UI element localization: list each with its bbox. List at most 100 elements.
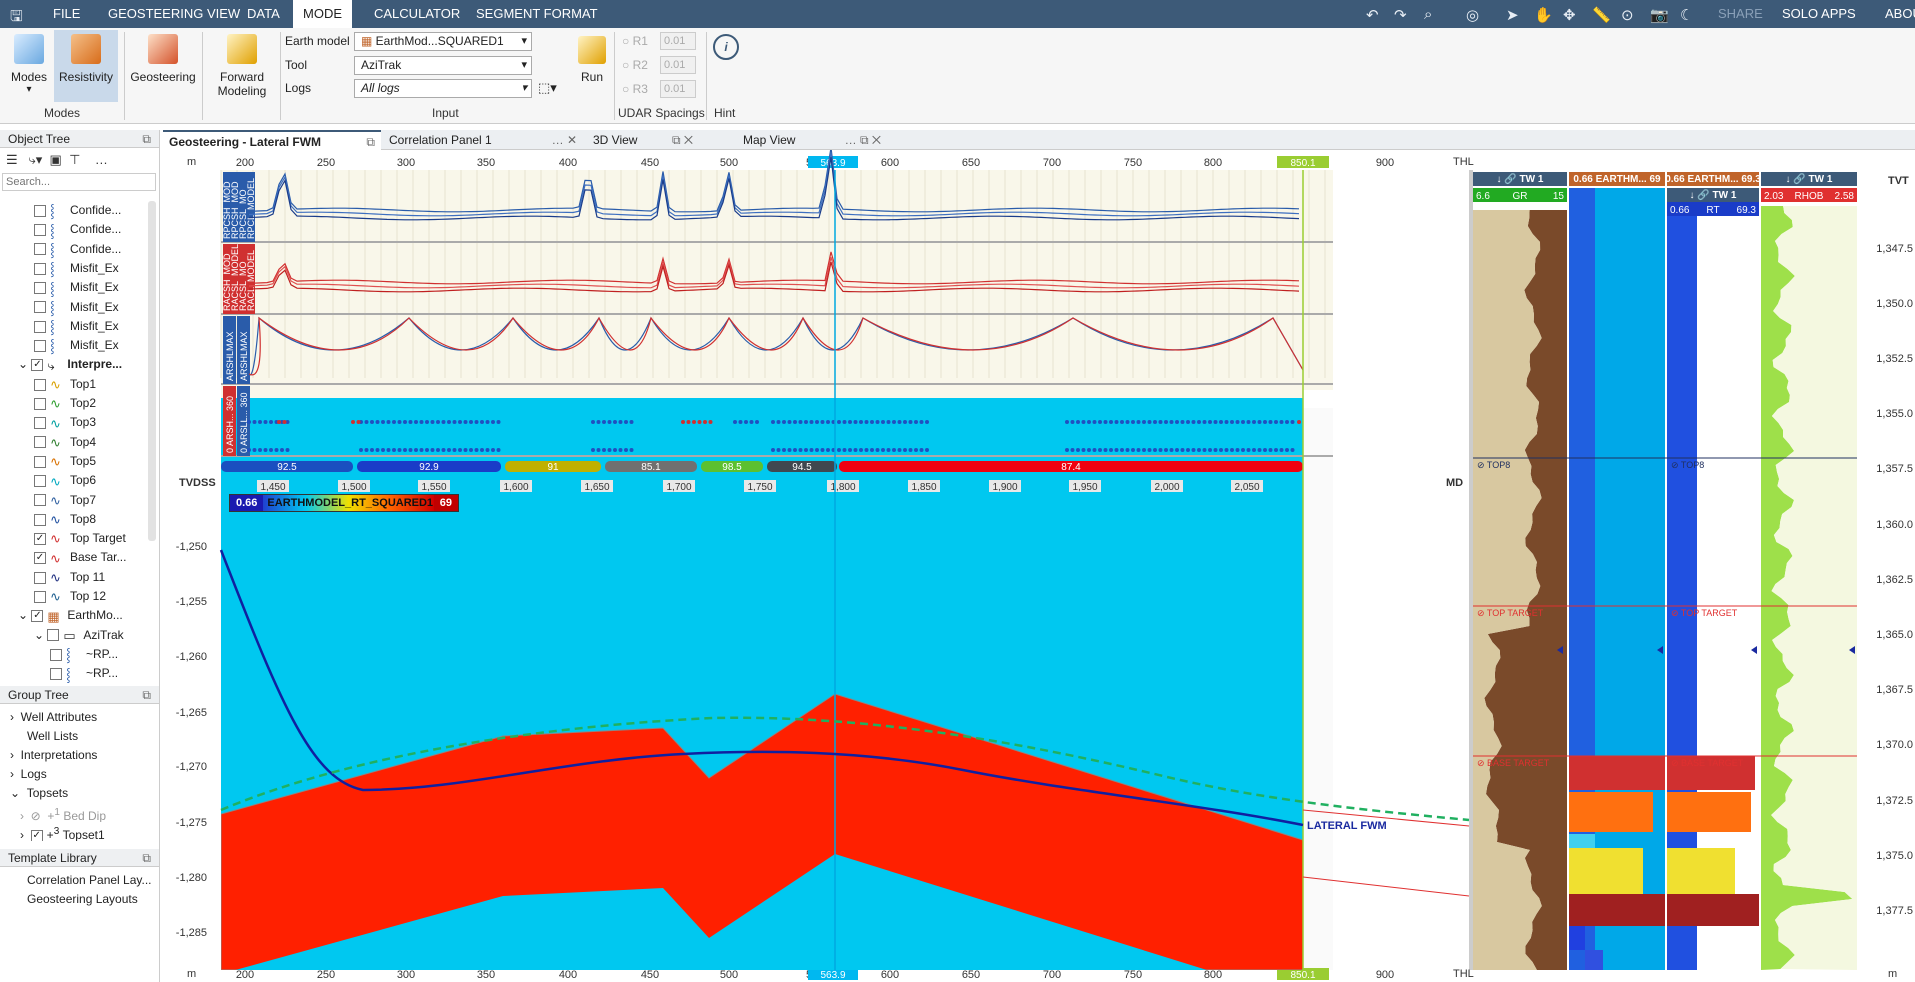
tree-checkbox[interactable]	[50, 668, 62, 681]
group-tree-item[interactable]: › ⊘ +1 Bed Dip	[20, 803, 106, 822]
object-tree-item[interactable]: ∿ Top 11	[34, 568, 105, 587]
tree-checkbox[interactable]	[34, 455, 46, 468]
object-tree-item[interactable]: ✓ ∿ Top Target	[34, 529, 126, 548]
object-tree-item[interactable]: ∿ Top 12	[34, 587, 106, 606]
tree-checkbox[interactable]: ✓	[31, 610, 44, 623]
group-tree-item[interactable]: Well Lists	[27, 727, 78, 746]
tree-checkbox[interactable]	[34, 243, 46, 256]
undock-icon[interactable]: ⧉	[142, 849, 151, 867]
object-tree-item[interactable]: ⸾ ~RP...	[50, 645, 118, 664]
tops-icon[interactable]: ⊤	[69, 152, 80, 167]
tree-checkbox[interactable]: ✓	[31, 359, 44, 372]
forward-modeling-button[interactable]: Forward Modeling	[206, 30, 278, 98]
tab-map-view[interactable]: Map View… ⧉ ✕	[737, 130, 887, 150]
object-tree-item[interactable]: ⸾ Confide...	[34, 220, 121, 239]
object-tree-item[interactable]: ⸾ Misfit_Ex	[34, 278, 119, 297]
template-item[interactable]: Geosteering Layouts	[27, 890, 138, 909]
run-button[interactable]: Run	[574, 32, 610, 84]
menu-file[interactable]: FILE	[43, 0, 90, 28]
well-icon[interactable]: ⤷▾	[29, 152, 43, 167]
object-tree-item[interactable]: ⌄ ▭ AziTrak	[34, 626, 124, 645]
tree-checkbox[interactable]	[34, 339, 46, 352]
tree-checkbox[interactable]	[50, 648, 62, 661]
object-tree-item[interactable]: ✓ ∿ Base Tar...	[34, 548, 126, 567]
tree-checkbox[interactable]: ✓	[34, 552, 46, 565]
group-tree-item[interactable]: › ✓ +3 Topset1	[20, 822, 105, 841]
tree-checkbox[interactable]	[34, 590, 46, 603]
object-tree-item[interactable]: ⌄ ✓ ⤷ Interpre...	[18, 355, 122, 374]
r1-radio[interactable]: ○ R1	[622, 34, 648, 48]
move-icon[interactable]: ✥	[1563, 6, 1576, 24]
menu-segment-format[interactable]: SEGMENT FORMAT	[466, 0, 608, 28]
lasso-select-icon[interactable]: ⬚▾	[538, 80, 557, 96]
geosteering-button[interactable]: Geosteering	[128, 30, 198, 84]
menu-calculator[interactable]: CALCULATOR	[364, 0, 470, 28]
tree-checkbox[interactable]	[34, 320, 46, 333]
tab-correlation-panel[interactable]: Correlation Panel 1… ✕	[383, 130, 583, 150]
tree-checkbox[interactable]	[34, 282, 46, 295]
object-tree-item[interactable]: ∿ Top3	[34, 413, 96, 432]
geosteering-canvas[interactable]: 200 200 250 250 300 300 350 350 400 400 450 450 500 5…	[163, 150, 1915, 982]
tool-select[interactable]: AziTrak	[354, 56, 532, 75]
tab-3d-view[interactable]: 3D View ⧉ ✕	[587, 130, 699, 150]
object-tree-item[interactable]: ∿ Top4	[34, 433, 96, 452]
tree-checkbox[interactable]	[34, 417, 46, 430]
more-icon[interactable]: …	[95, 152, 108, 167]
undock-icon[interactable]: ⧉	[142, 130, 151, 148]
object-tree-search[interactable]	[2, 173, 156, 191]
template-item[interactable]: Correlation Panel Lay...	[27, 871, 152, 890]
tree-checkbox[interactable]	[34, 224, 46, 237]
tree-checkbox[interactable]	[34, 571, 46, 584]
filter-icon[interactable]: ☰	[6, 152, 18, 167]
tree-checkbox[interactable]	[34, 204, 46, 217]
object-tree-item[interactable]: ∿ Top6	[34, 471, 96, 490]
r1-spacing-input[interactable]: 0.01	[660, 32, 696, 50]
group-icon[interactable]: ▣	[50, 152, 62, 167]
tree-checkbox[interactable]	[34, 262, 46, 275]
tree-checkbox[interactable]	[34, 513, 46, 526]
panel-splitter[interactable]	[1469, 170, 1473, 970]
object-tree-item[interactable]: ∿ Top1	[34, 375, 96, 394]
group-tree-item[interactable]: › Well Attributes	[10, 708, 97, 727]
tree-checkbox[interactable]: ✓	[34, 532, 46, 545]
tree-checkbox[interactable]	[34, 301, 46, 314]
object-tree-item[interactable]: ⸾ Misfit_Ex	[34, 259, 119, 278]
pointer-icon[interactable]: ➤	[1506, 6, 1519, 24]
menu-data[interactable]: DATA	[237, 0, 290, 28]
tree-checkbox[interactable]	[34, 436, 46, 449]
solo-apps-menu[interactable]: SOLO APPS	[1772, 0, 1866, 28]
lasso-icon[interactable]: ⊙	[1621, 6, 1634, 24]
tree-checkbox[interactable]	[34, 475, 46, 488]
tree-checkbox[interactable]	[47, 629, 60, 642]
menu-mode[interactable]: MODE	[293, 0, 352, 28]
camera-icon[interactable]: 📷	[1650, 6, 1669, 24]
undock-icon[interactable]: ⧉	[142, 686, 151, 704]
night-mode-icon[interactable]: ☾	[1680, 6, 1693, 24]
object-tree-item[interactable]: ∿ Top2	[34, 394, 96, 413]
r2-radio[interactable]: ○ R2	[622, 58, 648, 72]
resistivity-button[interactable]: Resistivity	[54, 30, 118, 102]
menu-geosteering-view[interactable]: GEOSTEERING VIEW	[98, 0, 250, 28]
object-tree-item[interactable]: ∿ Top5	[34, 452, 96, 471]
redo-icon[interactable]: ↷	[1394, 6, 1407, 24]
object-tree-item[interactable]: ⌄ ✓ ▦ EarthMo...	[18, 606, 123, 625]
object-tree-item[interactable]: ⸾ Confide...	[34, 201, 121, 220]
object-tree-item[interactable]: ⸾ Misfit_Ex	[34, 336, 119, 355]
group-tree-item[interactable]: › Logs	[10, 765, 47, 784]
hint-button[interactable]: i	[710, 32, 742, 62]
tree-checkbox[interactable]	[34, 397, 46, 410]
object-tree-item[interactable]: ∿ Top7	[34, 491, 96, 510]
zoom-icon[interactable]: ⌕	[1424, 6, 1432, 23]
target-icon[interactable]: ◎	[1466, 6, 1479, 24]
object-tree-scrollbar[interactable]	[148, 201, 156, 541]
ruler-icon[interactable]: 📏	[1592, 6, 1611, 24]
object-tree-item[interactable]: ⸾ Misfit_Ex	[34, 317, 119, 336]
r2-spacing-input[interactable]: 0.01	[660, 56, 696, 74]
object-tree-item[interactable]: ⸾ Confide...	[34, 240, 121, 259]
about-menu[interactable]: ABOUT	[1875, 0, 1915, 28]
group-tree-item[interactable]: › Interpretations	[10, 746, 97, 765]
r3-radio[interactable]: ○ R3	[622, 82, 648, 96]
share-button[interactable]: SHARE	[1708, 0, 1773, 28]
earth-model-select[interactable]: ▦ EarthMod...SQUARED1	[354, 32, 532, 51]
modes-button[interactable]: Modes ▾	[6, 30, 52, 95]
